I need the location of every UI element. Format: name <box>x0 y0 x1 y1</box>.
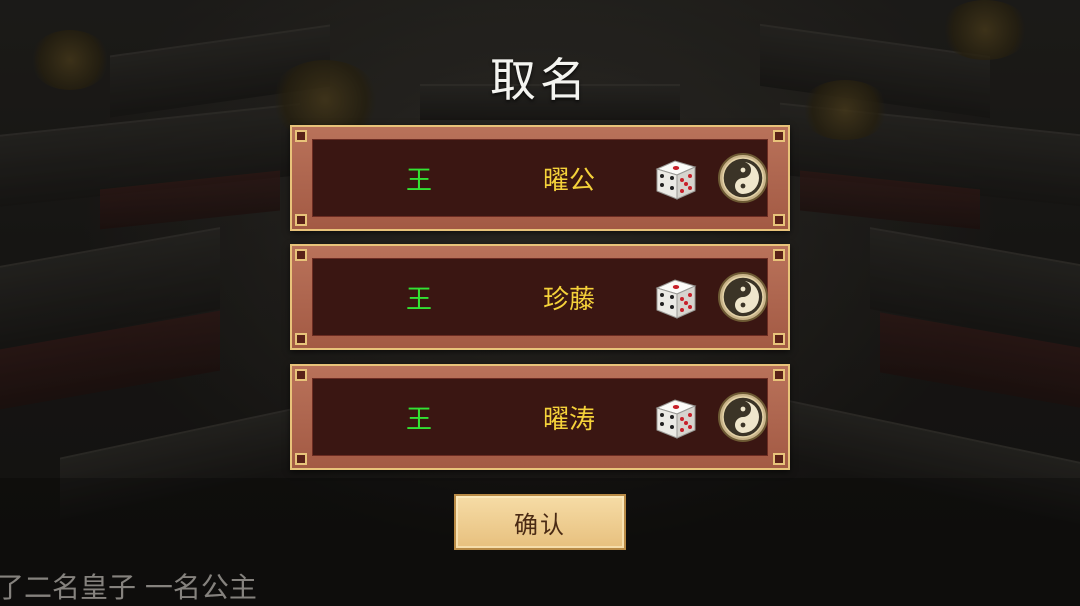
yin-yang-icon[interactable] <box>717 391 769 443</box>
panel-corner <box>295 249 307 261</box>
confirm-button[interactable]: 确认 <box>454 494 626 550</box>
panel-corner <box>773 453 785 465</box>
game-screen: 取名 王 曜公 王 珍藤 王 曜涛 确认 了二名皇子 一名公主 <box>0 0 1080 606</box>
page-title: 取名 <box>490 53 590 107</box>
panel-corner <box>295 130 307 142</box>
panel-corner <box>773 249 785 261</box>
surname-label: 王 <box>405 404 432 435</box>
given-name-label: 曜涛 <box>542 404 595 435</box>
name-option-body: 王 曜涛 <box>312 378 768 456</box>
given-name-label: 珍藤 <box>542 284 595 315</box>
dice-icon[interactable] <box>651 153 701 203</box>
yin-yang-icon[interactable] <box>717 271 769 323</box>
panel-corner <box>773 130 785 142</box>
story-caption: 了二名皇子 一名公主 <box>0 571 257 604</box>
panel-corner <box>295 333 307 345</box>
panel-corner <box>295 453 307 465</box>
name-option-1[interactable]: 王 曜公 <box>290 125 790 231</box>
name-option-2[interactable]: 王 珍藤 <box>290 244 790 350</box>
yin-yang-icon[interactable] <box>717 152 769 204</box>
name-option-body: 王 曜公 <box>312 139 768 217</box>
panel-corner <box>295 214 307 226</box>
given-name-label: 曜公 <box>542 165 595 196</box>
surname-label: 王 <box>405 284 432 315</box>
panel-corner <box>773 214 785 226</box>
name-option-3[interactable]: 王 曜涛 <box>290 364 790 470</box>
panel-corner <box>773 369 785 381</box>
dice-icon[interactable] <box>651 272 701 322</box>
panel-corner <box>295 369 307 381</box>
panel-corner <box>773 333 785 345</box>
dice-icon[interactable] <box>651 392 701 442</box>
name-option-body: 王 珍藤 <box>312 258 768 336</box>
surname-label: 王 <box>405 165 432 196</box>
